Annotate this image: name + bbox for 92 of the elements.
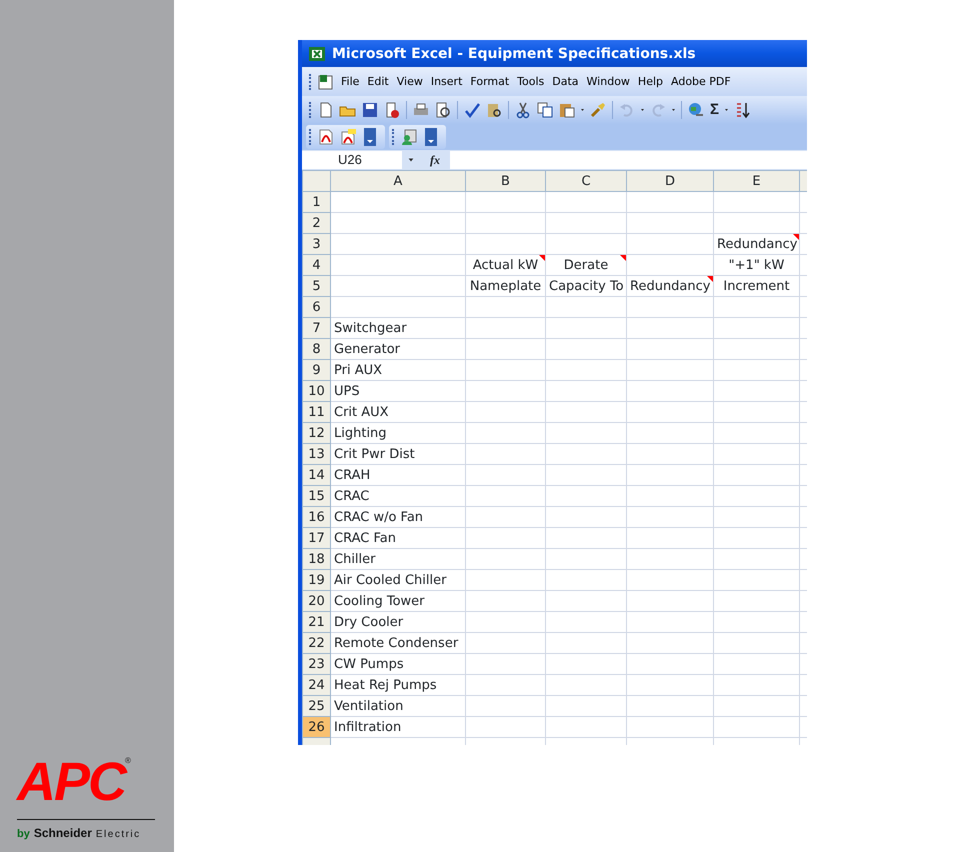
column-header[interactable]: B (466, 170, 546, 192)
menu-item[interactable]: Help (634, 75, 667, 88)
table-cell: Chiller (330, 548, 466, 570)
print-preview-icon[interactable] (434, 101, 452, 119)
row-header[interactable]: 16 (302, 506, 330, 528)
row-header[interactable]: 17 (302, 528, 330, 548)
row-header[interactable]: 18 (302, 548, 330, 570)
overflow-caret-icon[interactable] (422, 128, 440, 146)
table-cell: Crit Pwr Dist (330, 444, 466, 464)
menu-item[interactable]: Data (548, 75, 583, 88)
company-name: Schneider (34, 826, 92, 840)
brand-logo: APC (17, 755, 126, 809)
table-cell: Crit AUX (330, 402, 466, 422)
table-cell: Increment (714, 276, 800, 296)
spelling-icon[interactable] (463, 101, 481, 119)
row-header[interactable]: 22 (302, 632, 330, 654)
table-cell: Remote Condenser (330, 632, 466, 654)
row-header[interactable]: 20 (302, 590, 330, 612)
menu-item[interactable]: Format (466, 75, 514, 88)
menu-item[interactable]: File (337, 75, 364, 88)
row-header[interactable]: 14 (302, 464, 330, 486)
table-cell: Lighting (330, 422, 466, 444)
table-cell: Nameplate (466, 276, 546, 296)
row-header[interactable]: 21 (302, 612, 330, 632)
menu-item[interactable]: Insert (426, 75, 466, 88)
table-cell: Ventilation (330, 696, 466, 716)
autosum-button[interactable]: Σ (710, 101, 720, 119)
row-header[interactable]: 7 (302, 318, 330, 338)
table-cell: "+1" kW (714, 254, 800, 276)
table-cell: CW Pumps (330, 654, 466, 674)
table-cell: Switchgear (330, 318, 466, 338)
menu-item[interactable]: View (392, 75, 427, 88)
table-cell: CRAH (330, 464, 466, 486)
column-header[interactable]: C (546, 170, 626, 192)
row-header[interactable]: 9 (302, 360, 330, 380)
row-header[interactable]: 6 (302, 296, 330, 318)
row-header[interactable]: 3 (302, 234, 330, 254)
pdf-comment-icon[interactable] (339, 128, 357, 146)
row-header[interactable]: 11 (302, 402, 330, 422)
copy-icon[interactable] (536, 101, 554, 119)
row-header[interactable]: 8 (302, 338, 330, 360)
menu-item[interactable]: Edit (363, 75, 393, 88)
row-header[interactable]: 1 (302, 192, 330, 212)
excel-app-icon (308, 44, 326, 62)
table-cell: Redundancy (714, 234, 800, 254)
table-cell: Pri AUX (330, 360, 466, 380)
formula-field[interactable] (450, 151, 807, 169)
overflow-caret-icon[interactable] (361, 128, 379, 146)
company-division: Electric (96, 829, 141, 840)
name-box[interactable]: U26 (302, 151, 402, 169)
cut-icon[interactable] (514, 101, 532, 119)
table-cell: CRAC w/o Fan (330, 506, 466, 528)
row-header[interactable]: 12 (302, 422, 330, 444)
table-cell: Derate (546, 254, 626, 276)
table-cell: Infiltration (330, 716, 466, 738)
row-header[interactable]: 13 (302, 444, 330, 464)
table-cell: Actual kW (466, 254, 546, 276)
row-header[interactable]: 4 (302, 254, 330, 276)
table-cell: Redundancy (626, 276, 714, 296)
row-header[interactable]: 5 (302, 276, 330, 296)
registered-mark: ® (125, 755, 131, 765)
menu-item[interactable]: Tools (513, 75, 548, 88)
table-cell: Capacity To (546, 276, 626, 296)
table-cell: Generator (330, 338, 466, 360)
workbook-icon[interactable] (317, 72, 335, 90)
column-header[interactable]: E (714, 170, 800, 192)
tagline-by: by (17, 828, 30, 840)
table-cell: CRAC Fan (330, 528, 466, 548)
menu-item[interactable]: Window (582, 75, 634, 88)
paste-icon[interactable] (558, 101, 576, 119)
pdf-icon[interactable] (317, 128, 335, 146)
column-header[interactable]: D (626, 170, 714, 192)
row-header[interactable]: 26 (302, 716, 330, 738)
table-cell: Cooling Tower (330, 590, 466, 612)
menu-item[interactable]: Adobe PDF (667, 75, 735, 88)
table-cell: Dry Cooler (330, 612, 466, 632)
row-header[interactable]: 10 (302, 380, 330, 402)
row-header[interactable]: 24 (302, 674, 330, 696)
format-painter-icon[interactable] (589, 101, 607, 119)
table-cell: Air Cooled Chiller (330, 570, 466, 590)
row-header[interactable]: 2 (302, 212, 330, 234)
row-header[interactable]: 25 (302, 696, 330, 716)
table-cell: UPS (330, 380, 466, 402)
row-header[interactable]: 15 (302, 486, 330, 506)
row-header[interactable]: 19 (302, 570, 330, 590)
table-cell: CRAC (330, 486, 466, 506)
row-header[interactable]: 23 (302, 654, 330, 674)
column-header[interactable]: A (330, 170, 466, 192)
table-cell: Heat Rej Pumps (330, 674, 466, 696)
window-title: Microsoft Excel - Equipment Specifications.xls (332, 46, 696, 62)
save-icon[interactable] (361, 101, 379, 119)
fx-label: fx (429, 152, 441, 168)
